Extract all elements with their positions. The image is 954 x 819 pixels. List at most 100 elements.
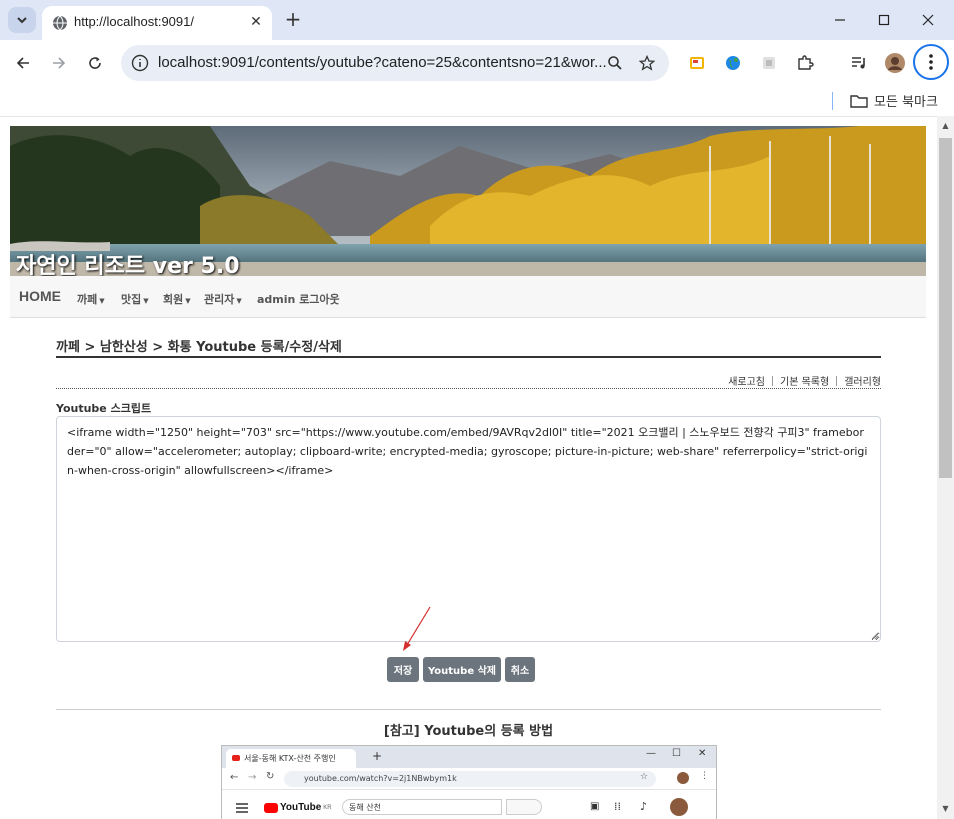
star-icon[interactable] — [637, 53, 657, 73]
ref-maximize-icon: ☐ — [672, 748, 681, 759]
minimize-icon[interactable] — [818, 6, 862, 34]
page-viewport: 자연인 리조트 ver 5.0 HOME 까페 ▼ 맛집 ▼ 회원 ▼ 관리자 ▼ ad… — [0, 116, 937, 819]
nav-item-member[interactable]: 회원 ▼ — [163, 291, 191, 307]
ref-tab-bar: 서울-동해 KTX-산천 주행인 + — ☐ ✕ — [222, 746, 716, 768]
nav-item-restaurant[interactable]: 맛집 ▼ — [121, 291, 149, 307]
nav-item-label: 회원 — [163, 293, 184, 306]
resize-grip-icon[interactable] — [870, 631, 879, 640]
ref-menu-icon: ⋮ — [700, 771, 709, 781]
back-arrow-icon[interactable] — [10, 50, 36, 76]
address-bar[interactable]: localhost:9091/contents/youtube?cateno=2… — [121, 45, 669, 81]
action-separator — [772, 375, 773, 386]
extension-puzzle-grey-icon[interactable] — [758, 52, 780, 74]
cancel-button[interactable]: 취소 — [505, 657, 535, 682]
ref-tab-title: 서울-동해 KTX-산천 주행인 — [244, 754, 336, 763]
action-separator — [836, 375, 838, 386]
browser-window: http://localhost:9091/ ✕ + localhost:909… — [0, 0, 954, 819]
site-info-icon[interactable] — [131, 54, 149, 72]
ref-url-bar: ← → ↻ youtube.com/watch?v=2j1NBwbym1k ☆ … — [222, 768, 716, 790]
breadcrumb: 까페 > 남한산성 > 화통 Youtube 등록/수정/삭제 — [56, 340, 342, 355]
url-text[interactable]: localhost:9091/contents/youtube?cateno=2… — [158, 54, 607, 71]
globe-icon — [53, 15, 67, 31]
ref-search-button — [506, 799, 542, 815]
ref-bell-icon: ♪ — [640, 800, 648, 813]
ref-logo-text: YouTube — [280, 802, 322, 813]
caret-down-icon: ▼ — [143, 297, 149, 305]
ref-forward-icon: → — [248, 772, 257, 783]
tab-search-button[interactable] — [8, 7, 36, 33]
reload-icon[interactable] — [82, 50, 108, 76]
ref-create-icon: ▣ — [590, 801, 600, 812]
more-menu-icon[interactable] — [913, 44, 949, 80]
caret-down-icon: ▼ — [99, 297, 105, 305]
reference-screenshot: 서울-동해 KTX-산천 주행인 + — ☐ ✕ ← → ↻ youtube.c… — [221, 745, 717, 819]
ref-minimize-icon: — — [646, 748, 656, 759]
all-bookmarks-button[interactable]: 모든 북마크 — [850, 91, 938, 110]
title-divider — [56, 356, 881, 358]
folder-icon — [850, 94, 868, 108]
ref-youtube-logo: YouTube KR — [264, 802, 332, 813]
scroll-thumb[interactable] — [939, 138, 952, 478]
bookmarks-separator — [832, 92, 833, 110]
zoom-icon[interactable] — [605, 53, 625, 73]
ref-logo-region: KR — [323, 804, 332, 811]
ref-user-avatar — [670, 798, 688, 816]
bookmarks-bar: 모든 북마크 — [0, 86, 954, 116]
caret-down-icon: ▼ — [185, 297, 191, 305]
extensions-puzzle-icon[interactable] — [794, 52, 816, 74]
forward-arrow-icon[interactable] — [46, 50, 72, 76]
nav-home-link[interactable]: HOME — [19, 288, 61, 304]
ref-search-input: 동해 산천 — [342, 799, 502, 815]
youtube-play-icon — [264, 802, 278, 813]
view-actions: 새로고침 기본 목록형 갤러리형 — [728, 373, 881, 388]
ref-tab: 서울-동해 KTX-산천 주행인 — [226, 749, 356, 768]
new-tab-icon[interactable]: + — [282, 8, 304, 30]
tab-title: http://localhost:9091/ — [74, 14, 194, 29]
nav-item-cafe[interactable]: 까페 ▼ — [77, 291, 105, 307]
ref-apps-icon: ⁞⁞ — [614, 800, 621, 813]
ref-reload-icon: ↻ — [266, 771, 275, 782]
scroll-up-icon[interactable]: ▲ — [941, 121, 950, 130]
page-scrollbar[interactable]: ▲ ▼ — [937, 116, 954, 819]
ref-omnibox: youtube.com/watch?v=2j1NBwbym1k — [284, 771, 656, 787]
youtube-script-label: Youtube 스크립트 — [56, 402, 152, 415]
ref-new-tab-icon: + — [372, 749, 383, 763]
ref-back-icon: ← — [230, 772, 239, 783]
ref-star-icon: ☆ — [640, 772, 649, 782]
section-divider — [56, 709, 881, 710]
media-control-icon[interactable] — [848, 52, 870, 74]
banner-title[interactable]: 자연인 리조트 ver 5.0 — [16, 248, 240, 276]
ref-hamburger-icon — [236, 803, 248, 813]
list-view-link[interactable]: 기본 목록형 — [780, 373, 829, 388]
scroll-down-icon[interactable]: ▼ — [941, 804, 950, 813]
save-button[interactable]: 저장 — [387, 657, 419, 682]
close-window-icon[interactable] — [906, 6, 950, 34]
nav-item-label: 맛집 — [121, 293, 142, 306]
ref-close-icon: ✕ — [698, 748, 707, 759]
browser-toolbar: localhost:9091/contents/youtube?cateno=2… — [0, 40, 954, 86]
active-tab[interactable]: http://localhost:9091/ ✕ — [42, 6, 272, 40]
nav-item-admin[interactable]: 관리자 ▼ — [204, 291, 242, 307]
close-tab-icon[interactable]: ✕ — [248, 14, 264, 30]
chevron-down-icon — [17, 17, 27, 24]
extension-earth-icon[interactable] — [722, 52, 744, 74]
nav-item-logout[interactable]: admin 로그아웃 — [257, 291, 340, 307]
dotted-divider — [56, 388, 881, 389]
extension-slides-icon[interactable] — [686, 52, 708, 74]
youtube-script-textarea[interactable]: <iframe width="1250" height="703" src="h… — [56, 416, 881, 642]
reference-title: [참고] Youtube의 등록 방법 — [383, 724, 554, 739]
ref-avatar-icon — [677, 772, 689, 784]
profile-avatar[interactable] — [884, 52, 906, 74]
gallery-view-link[interactable]: 갤러리형 — [844, 373, 881, 388]
caret-down-icon: ▼ — [236, 297, 242, 305]
nav-item-label: 까페 — [77, 293, 98, 306]
red-arrow-annotation — [403, 606, 431, 651]
youtube-favicon-icon — [232, 755, 240, 761]
all-bookmarks-label: 모든 북마크 — [874, 95, 938, 110]
refresh-link[interactable]: 새로고침 — [728, 373, 765, 388]
tab-strip: http://localhost:9091/ ✕ + — [0, 0, 954, 40]
banner-image: 자연인 리조트 ver 5.0 — [10, 126, 926, 276]
maximize-icon[interactable] — [862, 6, 906, 34]
delete-youtube-button[interactable]: Youtube 삭제 — [423, 657, 501, 682]
ref-youtube-header: YouTube KR 동해 산천 ▣ ⁞⁞ ♪ — [222, 790, 716, 819]
